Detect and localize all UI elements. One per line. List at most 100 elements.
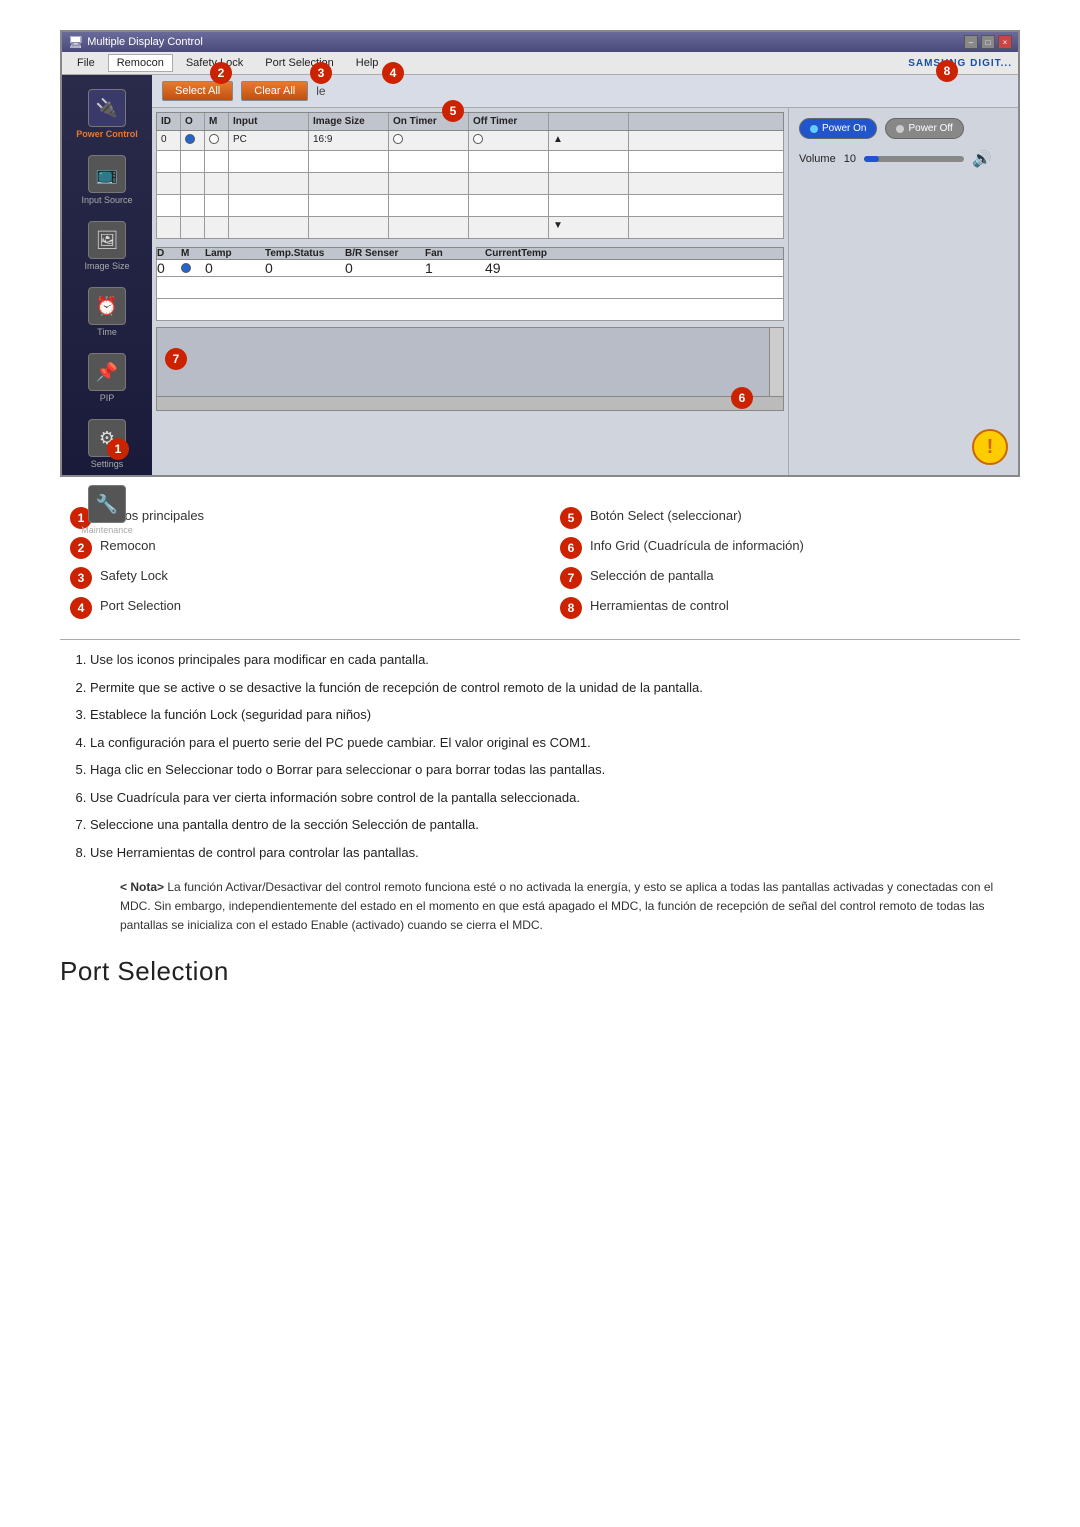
- sidebar-item-time[interactable]: ⏰ Time: [62, 281, 152, 343]
- cell-m: [205, 131, 229, 150]
- cell-input: PC: [229, 131, 309, 150]
- main-area: Select All Clear All le ID O M I: [152, 75, 1018, 475]
- list-item-3: Establece la función Lock (seguridad par…: [90, 705, 1020, 725]
- list-item-7: Seleccione una pantalla dentro de la sec…: [90, 815, 1020, 835]
- samsung-logo: SAMSUNG DIGIT...: [908, 58, 1012, 69]
- table-row[interactable]: 0 PC 16:9 ▲: [156, 131, 784, 151]
- power-control-icon: 🔌: [88, 89, 126, 127]
- numbered-list: Use los iconos principales para modifica…: [60, 650, 1020, 862]
- sidebar-label-settings: Settings: [91, 459, 124, 469]
- list-item-5: Haga clic en Seleccionar todo o Borrar p…: [90, 760, 1020, 780]
- cell-current-temp: 49: [485, 260, 565, 276]
- volume-icon: 🔊: [972, 149, 992, 169]
- legend-section: 1 Iconos principales 2 Remocon 3 Safety …: [60, 507, 1020, 619]
- legend-badge-3: 3: [70, 567, 92, 589]
- page-title: Port Selection: [60, 956, 1020, 987]
- cell-lamp: 0: [205, 260, 265, 276]
- minimize-button[interactable]: –: [964, 35, 978, 49]
- grid-panel: ID O M Input Image Size On Timer Off Tim…: [152, 108, 788, 475]
- col-extra: [549, 113, 629, 130]
- warning-icon: !: [972, 429, 1008, 465]
- legend-item-3: 3 Safety Lock: [70, 567, 520, 589]
- menu-remocon[interactable]: Remocon: [108, 54, 173, 72]
- select-all-button[interactable]: Select All: [162, 81, 233, 101]
- col-m2: M: [181, 248, 205, 259]
- screen-selection-area[interactable]: 7: [156, 327, 784, 397]
- badge-3: 3: [310, 62, 332, 84]
- cell-id: 0: [157, 131, 181, 150]
- power-on-button[interactable]: Power On: [799, 118, 877, 139]
- sidebar-item-image[interactable]: 🖼 Image Size: [62, 215, 152, 277]
- image-size-icon: 🖼: [88, 221, 126, 259]
- power-controls: Power On Power Off: [799, 118, 1008, 139]
- menu-bar: File Remocon Safety Lock Port Selection …: [62, 52, 1018, 75]
- time-icon: ⏰: [88, 287, 126, 325]
- legend-badge-7: 7: [560, 567, 582, 589]
- legend-item-8: 8 Herramientas de control: [560, 597, 1010, 619]
- legend-badge-8: 8: [560, 597, 582, 619]
- sidebar-label-time: Time: [97, 327, 117, 337]
- close-button[interactable]: ×: [998, 35, 1012, 49]
- table-row: ▼: [156, 217, 784, 239]
- col-off-timer: Off Timer: [469, 113, 549, 130]
- volume-slider[interactable]: [864, 156, 964, 162]
- legend-badge-6: 6: [560, 537, 582, 559]
- col-input: Input: [229, 113, 309, 130]
- horizontal-scrollbar[interactable]: 6: [156, 397, 784, 411]
- grid-header-1: ID O M Input Image Size On Timer Off Tim…: [156, 112, 784, 131]
- badge-5: 5: [442, 100, 464, 122]
- legend-badge-5: 5: [560, 507, 582, 529]
- col-image-size: Image Size: [309, 113, 389, 130]
- col-temp-status: Temp.Status: [265, 248, 345, 259]
- note-label: < Nota>: [120, 880, 164, 894]
- list-item-4: La configuración para el puerto serie de…: [90, 733, 1020, 753]
- menu-file[interactable]: File: [68, 54, 104, 72]
- section-divider: [60, 639, 1020, 640]
- app-title: Multiple Display Control: [87, 36, 203, 48]
- menu-help[interactable]: Help: [347, 54, 388, 72]
- cell-temp-status: 0: [265, 260, 345, 276]
- list-item-6: Use Cuadrícula para ver cierta informaci…: [90, 788, 1020, 808]
- power-off-indicator: [896, 125, 904, 133]
- legend-item-7: 7 Selección de pantalla: [560, 567, 1010, 589]
- legend-item-4: 4 Port Selection: [70, 597, 520, 619]
- toolbar-suffix: le: [316, 84, 325, 98]
- cell-o: [181, 131, 205, 150]
- table-row: [156, 173, 784, 195]
- maintenance-icon: 🔧: [88, 485, 126, 523]
- badge-4: 4: [382, 62, 404, 84]
- clear-all-button[interactable]: Clear All: [241, 81, 308, 101]
- legend-text-6: Info Grid (Cuadrícula de información): [590, 537, 804, 555]
- legend-text-4: Port Selection: [100, 597, 181, 615]
- table-row: [156, 195, 784, 217]
- note-text: La función Activar/Desactivar del contro…: [120, 880, 993, 932]
- col-d: D: [157, 248, 181, 259]
- power-off-button[interactable]: Power Off: [885, 118, 963, 139]
- volume-label: Volume: [799, 153, 836, 165]
- list-item-1: Use los iconos principales para modifica…: [90, 650, 1020, 670]
- table-row[interactable]: 0 0 0 0 1 49: [156, 260, 784, 277]
- badge-6: 6: [731, 387, 753, 409]
- col-id: ID: [157, 113, 181, 130]
- sidebar-label-input: Input Source: [81, 195, 132, 205]
- legend-badge-4: 4: [70, 597, 92, 619]
- badge-2: 2: [210, 62, 232, 84]
- sidebar-label-maintenance: Maintenance: [81, 525, 133, 535]
- sidebar-item-maintenance[interactable]: 🔧 Maintenance: [62, 479, 152, 541]
- list-item-2: Permite que se active o se desactive la …: [90, 678, 1020, 698]
- scrollbar[interactable]: [769, 328, 783, 396]
- legend-item-5: 5 Botón Select (seleccionar): [560, 507, 1010, 529]
- badge-1: 1: [107, 438, 129, 460]
- sidebar-item-power[interactable]: 🔌 Power Control: [62, 83, 152, 145]
- volume-control: Volume 10 🔊: [799, 149, 1008, 169]
- sidebar-item-pip[interactable]: 📌 PIP: [62, 347, 152, 409]
- cell-on-timer: [389, 131, 469, 150]
- maximize-button[interactable]: □: [981, 35, 995, 49]
- volume-value: 10: [844, 153, 856, 165]
- sidebar-item-input[interactable]: 📺 Input Source: [62, 149, 152, 211]
- col-o: O: [181, 113, 205, 130]
- sidebar-label-pip: PIP: [100, 393, 115, 403]
- cell-scroll: ▲: [549, 131, 629, 150]
- cell-fan: 1: [425, 260, 485, 276]
- sidebar-label-power: Power Control: [76, 129, 138, 139]
